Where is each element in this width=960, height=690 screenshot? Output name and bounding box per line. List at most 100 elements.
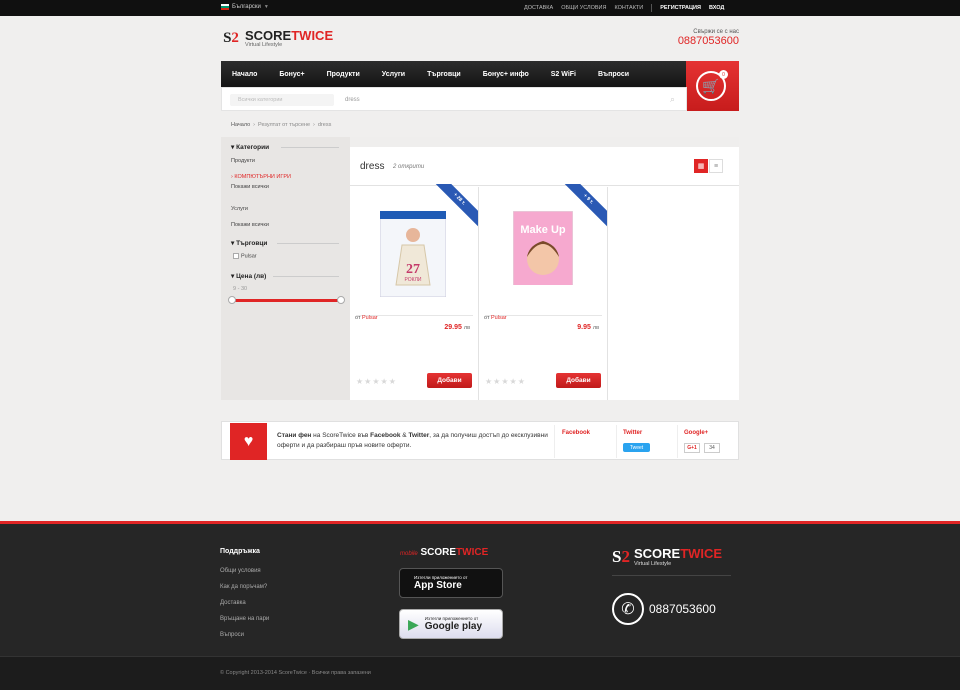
category-services[interactable]: Услуги [231,206,248,212]
language-selector[interactable]: Български ▼ [221,4,269,10]
nav-item-bonus-info[interactable]: Бонус+ инфо [472,71,540,78]
results-count: 2 открити [393,164,425,170]
checkbox[interactable] [233,253,239,259]
footer-phone[interactable]: 0887053600 [649,602,716,616]
logo-name: SCORETWICE [245,28,334,43]
merchants-heading[interactable]: ▾ Търговци [231,239,267,247]
main-nav: Начало Бонус+ Продукти Услуги Търговци Б… [221,61,687,87]
merchant-filter-pulsar[interactable]: Pulsar [233,253,257,259]
site-logo[interactable]: S2 SCORETWICE Virtual Lifestyle [220,27,333,49]
breadcrumb-separator: › [313,122,315,128]
nav-item-questions[interactable]: Въпроси [587,71,640,78]
top-links: ДОСТАВКА ОБЩИ УСЛОВИЯ КОНТАКТИ РЕГИСТРАЦ… [524,4,724,12]
breadcrumb-home[interactable]: Начало [231,122,250,128]
category-select[interactable]: Всички категории [230,94,334,106]
nav-item-home[interactable]: Начало [221,71,268,78]
rating-stars[interactable]: ★★★★★ [485,377,526,386]
googleplus-link[interactable]: Google+ [684,430,708,436]
slider-handle-max[interactable] [337,296,345,304]
nav-item-services[interactable]: Услуги [371,71,416,78]
footer-link-delivery[interactable]: Доставка [220,600,246,606]
product-card[interactable]: + 9 т. Make Up от Pulsar 9.95 лв ★★★★★ Д… [479,184,608,400]
cover-title: 27 [406,262,420,277]
rating-stars[interactable]: ★★★★★ [356,377,397,386]
grid-view-icon[interactable]: ▦ [694,159,708,173]
mobile-heading: mobile SCORETWICE [400,547,489,558]
play-store-icon: ▶ [408,615,419,632]
add-to-cart-button[interactable]: Добави [556,373,601,388]
product-image[interactable]: 27 РОКЛИ [379,210,447,298]
contact-block: Свържи се с нас 0887053600 [660,29,739,47]
phone-icon: ✆ [612,593,644,625]
footer-link-how-to-order[interactable]: Как да поръчам? [220,584,267,590]
top-link-contacts[interactable]: КОНТАКТИ [614,5,643,12]
app-store-button[interactable]: Изтегли приложението от App Store [399,568,503,598]
cover-subtitle: РОКЛИ [405,277,422,283]
category-products[interactable]: Продукти [231,158,255,164]
top-link-delivery[interactable]: ДОСТАВКА [524,5,553,12]
search-icon[interactable]: ⌕ [670,94,675,105]
cart-count-badge: 0 [719,70,728,79]
footer: Поддръжка Общи условия Как да поръчам? Д… [0,521,960,690]
divider [281,147,339,148]
show-all-link[interactable]: Покажи всички [231,222,269,228]
categories-heading[interactable]: ▾ Категории [231,143,269,151]
product-image[interactable]: Make Up [512,210,574,298]
facebook-link[interactable]: Facebook [562,430,590,436]
breadcrumb-results[interactable]: Резултат от търсене [258,122,310,128]
filter-sidebar: ▾ Категории Продукти › КОМПЮТЪРНИ ИГРИ П… [221,137,350,400]
nav-item-wifi[interactable]: S2 WiFi [540,71,587,78]
login-link[interactable]: ВХОД [709,5,724,12]
results-title: dress [360,161,385,172]
footer-link-questions[interactable]: Въпроси [220,632,244,638]
chevron-down-icon: ▼ [263,4,269,10]
product-brand[interactable]: от Pulsar [484,315,507,321]
search-input[interactable]: dress [342,94,672,106]
breadcrumb-separator: › [253,122,256,128]
results-panel: dress 2 открити ▦ ≡ + 28 т. 27 РОКЛИ от … [350,137,739,400]
social-text: Стани фен на ScoreTwice във Facebook & T… [277,432,548,449]
support-heading: Поддръжка [220,548,260,555]
contact-phone[interactable]: 0887053600 [660,35,739,47]
breadcrumb-query: dress [317,122,332,128]
list-view-icon[interactable]: ≡ [709,159,723,173]
tweet-button[interactable]: Tweet [623,443,650,452]
gplus-button[interactable]: G+1 [684,443,700,453]
footer-logo[interactable]: S2 SCORETWICE Virtual Lifestyle [612,546,722,567]
nav-item-bonus[interactable]: Бонус+ [268,71,315,78]
product-card[interactable]: + 28 т. 27 РОКЛИ от Pulsar 29.95 лв ★★★★… [350,184,479,400]
divider [273,276,339,277]
logo-mark-icon: S2 [223,29,239,46]
search-bar: Всички категории dress ⌕ [221,87,687,111]
price-heading[interactable]: ▾ Цена (лв) [231,272,266,280]
price-slider[interactable] [228,296,345,304]
google-play-button[interactable]: ▶ Изтегли приложението от Google play [399,609,503,639]
top-bar: Български ▼ ДОСТАВКА ОБЩИ УСЛОВИЯ КОНТАК… [0,0,960,16]
divider [651,4,653,12]
footer-link-terms[interactable]: Общи условия [220,568,261,574]
top-link-terms[interactable]: ОБЩИ УСЛОВИЯ [561,5,606,12]
add-to-cart-button[interactable]: Добави [427,373,472,388]
nav-item-products[interactable]: Продукти [316,71,371,78]
social-banner: ♥ Стани фен на ScoreTwice във Facebook &… [221,421,739,460]
copyright: © Copyright 2013-2014 ScoreTwice · Всичк… [220,670,371,676]
show-all-link[interactable]: Покажи всички [231,184,269,190]
nav-item-merchants[interactable]: Търговци [416,71,472,78]
product-price: 29.95 лв [444,324,470,331]
breadcrumb: Начало › Резултат от търсене › dress [231,122,331,128]
product-brand[interactable]: от Pulsar [355,315,378,321]
slider-handle-min[interactable] [228,296,236,304]
footer-link-refund[interactable]: Връщане на пари [220,616,269,622]
category-computer-games[interactable]: › КОМПЮТЪРНИ ИГРИ [231,174,291,180]
product-price: 9.95 лв [577,324,599,331]
twitter-link[interactable]: Twitter [623,430,642,436]
logo-mark-icon: S2 [612,546,630,566]
divider [277,243,339,244]
register-link[interactable]: РЕГИСТРАЦИЯ [660,5,701,12]
gplus-count: 34 [704,443,720,453]
cover-title: Make Up [520,224,566,236]
price-range-label: 9 - 30 [233,286,248,292]
cart-button[interactable]: 🛒 0 [686,61,739,111]
heart-logo-icon: ♥ [230,423,267,460]
language-label: Български [232,4,261,10]
